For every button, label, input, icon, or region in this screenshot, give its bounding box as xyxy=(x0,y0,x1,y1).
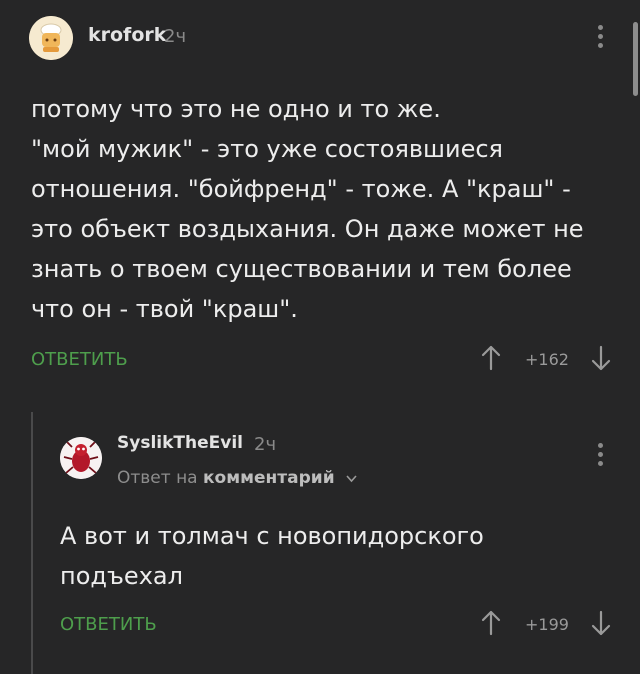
comment: krofork 2ч потому что это не одно и то ж… xyxy=(0,0,640,400)
kebab-menu-icon[interactable] xyxy=(598,443,604,470)
arrow-up-icon[interactable] xyxy=(480,345,502,371)
avatar[interactable] xyxy=(29,16,73,60)
comment-time: 2ч xyxy=(254,434,277,455)
rating-value: +162 xyxy=(525,350,569,369)
author-name[interactable]: krofork xyxy=(88,24,166,46)
reply-button[interactable]: ОТВЕТИТЬ xyxy=(31,349,128,370)
reply-to-prefix: Ответ на xyxy=(117,468,198,488)
kebab-menu-icon[interactable] xyxy=(598,25,604,52)
comment-text: А вот и толмач с новопидорского подъехал xyxy=(60,522,484,590)
reply-to-info: Ответ на комментарий xyxy=(117,468,357,488)
arrow-down-icon[interactable] xyxy=(590,610,612,636)
comment-time: 2ч xyxy=(164,26,187,47)
author-name[interactable]: SyslikTheEvil xyxy=(117,433,243,453)
reply-to-link[interactable]: комментарий xyxy=(203,468,335,488)
arrow-up-icon[interactable] xyxy=(480,610,502,636)
comment-text: потому что это не одно и то же. "мой муж… xyxy=(31,95,584,323)
arrow-down-icon[interactable] xyxy=(590,345,612,371)
chevron-down-icon[interactable] xyxy=(346,472,357,487)
reply-button[interactable]: ОТВЕТИТЬ xyxy=(60,614,157,635)
rating-value: +199 xyxy=(525,615,569,634)
avatar[interactable] xyxy=(60,437,102,479)
